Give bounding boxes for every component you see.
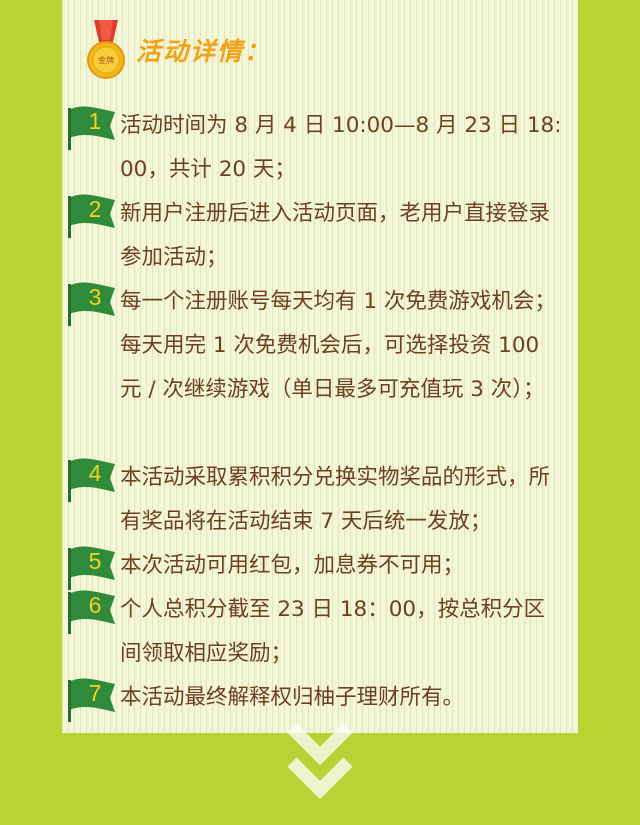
item-number: 5 (88, 548, 102, 574)
item-number: 2 (88, 196, 102, 222)
flag-badge: 2 (66, 192, 118, 238)
section-title: 活动详情： (136, 37, 272, 66)
item-text: 本次活动可用红包，加息券不可用； (120, 553, 465, 578)
item-number: 1 (88, 108, 102, 134)
item-text: 活动时间为 8 月 4 日 10:00—8 月 23 日 18:00，共计 20… (120, 113, 562, 182)
gold-medal-icon: 金牌 (87, 20, 125, 79)
section-header: 金牌 活动详情： (86, 20, 386, 80)
medal-label: 金牌 (98, 55, 114, 65)
item-text: 本活动最终解释权归柚子理财所有。 (120, 685, 465, 710)
flag-badge: 3 (66, 280, 118, 326)
item-number: 3 (88, 284, 102, 310)
flag-badge: 6 (66, 588, 118, 634)
item-text: 本活动采取累积积分兑换实物奖品的形式，所有奖品将在活动结束 7 天后统一发放； (120, 465, 551, 534)
flag-badge: 5 (66, 544, 118, 590)
item-number: 6 (88, 592, 102, 618)
item-text: 个人总积分截至 23 日 18：00，按总积分区间领取相应奖励； (120, 597, 546, 666)
item-number: 7 (88, 680, 102, 706)
item-number: 4 (88, 460, 102, 486)
item-text: 新用户注册后进入活动页面，老用户直接登录参加活动； (120, 201, 551, 270)
activity-details-card: 金牌 活动详情： 1 活动时间为 8 月 4 日 10:00—8 月 23 日 … (62, 0, 578, 733)
flag-badge: 4 (66, 456, 118, 502)
flag-badge: 7 (66, 676, 118, 722)
flag-badge: 1 (66, 104, 118, 150)
item-text: 每一个注册账号每天均有 1 次免费游戏机会；每天用完 1 次免费机会后，可选择投… (120, 289, 556, 402)
scroll-down-icon[interactable] (286, 716, 354, 804)
